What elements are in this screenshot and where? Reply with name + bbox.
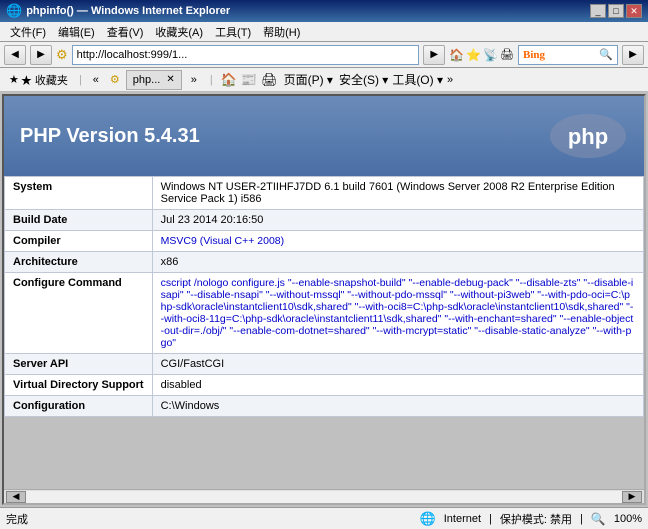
row-label: Configuration [5,396,153,417]
prev-btn[interactable]: « [88,71,104,89]
content-scroll[interactable]: PHP Version 5.4.31 php SystemWindows NT … [4,96,644,489]
separator2: | [580,513,583,525]
separator: | [489,513,492,525]
search-container: Bing 🔍 [518,45,618,65]
menu-view[interactable]: 查看(V) [101,22,150,42]
scroll-right-btn[interactable]: ▶ [622,491,642,503]
php-logo-svg: php [548,111,628,161]
tab-close-btn[interactable]: ✕ [166,74,174,85]
pma-icon: ⚙ [56,47,68,63]
separator1: | [79,74,82,86]
print-toolbar-icon[interactable]: 🖨 [261,72,278,88]
row-label: Server API [5,354,153,375]
tools-label[interactable]: 工具(O) ▾ [392,71,443,88]
table-row: ConfigurationC:\Windows [5,396,644,417]
row-value: x86 [152,252,643,273]
horizontal-scrollbar[interactable]: ◀ ▶ [4,489,644,503]
php-logo: php [548,111,628,161]
zone-text: Internet [444,513,481,525]
php-version-title: PHP Version 5.4.31 [20,125,200,148]
row-value: CGI/FastCGI [152,354,643,375]
row-value: Windows NT USER-2TIIHFJ7DD 6.1 build 760… [152,177,643,210]
menu-help[interactable]: 帮助(H) [257,22,306,42]
row-value: C:\Windows [152,396,643,417]
globe-icon: 🌐 [420,511,436,527]
protection-text: 保护模式: 禁用 [500,511,572,527]
favorites-button[interactable]: ★ ★ 收藏夹 [4,69,73,91]
minimize-button[interactable]: _ [590,4,606,18]
table-row: Configure Commandcscript /nologo configu… [5,273,644,354]
status-bar: 完成 🌐 Internet | 保护模式: 禁用 | 🔍 100% [0,507,648,529]
forward-button[interactable]: ▶ [30,45,52,65]
table-row: Build DateJul 23 2014 20:16:50 [5,210,644,231]
browser-content: PHP Version 5.4.31 php SystemWindows NT … [2,94,646,505]
row-label: Configure Command [5,273,153,354]
menu-edit[interactable]: 编辑(E) [52,22,101,42]
separator2: | [210,74,213,86]
go-button[interactable]: ▶ [423,45,445,65]
favorites-label: ★ 收藏夹 [21,72,68,88]
title-bar-left: 🌐 phpinfo() — Windows Internet Explorer [6,3,230,19]
pma-fav-icon-container: ⚙ [110,73,120,86]
table-row: CompilerMSVC9 (Visual C++ 2008) [5,231,644,252]
status-text: 完成 [6,511,28,527]
menu-tools[interactable]: 工具(T) [209,22,257,42]
row-label: Architecture [5,252,153,273]
page-label[interactable]: 页面(P) ▾ [284,71,333,88]
table-row: Server APICGI/FastCGI [5,354,644,375]
menu-bar: 文件(F) 编辑(E) 查看(V) 收藏夹(A) 工具(T) 帮助(H) [0,22,648,42]
php-version-text: PHP Version 5.4.31 [20,125,200,147]
extra-btn[interactable]: » [447,74,453,86]
title-bar: 🌐 phpinfo() — Windows Internet Explorer … [0,0,648,22]
table-row: Virtual Directory Supportdisabled [5,375,644,396]
scroll-left-btn[interactable]: ◀ [6,491,26,503]
table-row: SystemWindows NT USER-2TIIHFJ7DD 6.1 bui… [5,177,644,210]
phpinfo-table: SystemWindows NT USER-2TIIHFJ7DD 6.1 bui… [4,176,644,417]
title-bar-controls: _ □ ✕ [590,4,642,18]
svg-text:php: php [568,124,608,149]
row-label: System [5,177,153,210]
next-btn[interactable]: » [186,71,202,89]
table-row: Architecturex86 [5,252,644,273]
menu-file[interactable]: 文件(F) [4,22,52,42]
row-label: Virtual Directory Support [5,375,153,396]
row-label: Compiler [5,231,153,252]
scroll-track [26,491,622,503]
row-value: MSVC9 (Visual C++ 2008) [152,231,643,252]
favorites-bar: ★ ★ 收藏夹 | « ⚙ php... ✕ » | 🏠 📰 🖨 页面(P) ▾… [0,68,648,92]
zoom-icon: 🔍 [591,512,606,526]
status-left: 完成 [6,511,28,527]
bing-icon: Bing [523,49,545,61]
window-title: phpinfo() — Windows Internet Explorer [26,5,230,17]
rss-icon[interactable]: 📰 [241,72,257,88]
maximize-button[interactable]: □ [608,4,624,18]
print-icon[interactable]: 🖨 [500,48,514,61]
address-input[interactable] [72,45,420,65]
status-right: 🌐 Internet | 保护模式: 禁用 | 🔍 100% [420,511,642,527]
star-icon[interactable]: ⭐ [466,48,481,62]
row-value: disabled [152,375,643,396]
tab-php[interactable]: php... ✕ [126,70,182,90]
search-btn[interactable]: ▶ [622,45,644,65]
pma-fav-icon: ⚙ [110,73,120,86]
toolbar-icons: 🏠 ⭐ 📡 🖨 [449,48,514,62]
ie-logo: 🌐 [6,3,22,19]
star-fav-icon: ★ [9,73,19,86]
toolbar-right-icons: 🏠 📰 🖨 页面(P) ▾ 安全(S) ▾ 工具(O) ▾ » [221,71,453,88]
row-label: Build Date [5,210,153,231]
back-button[interactable]: ◀ [4,45,26,65]
safety-label[interactable]: 安全(S) ▾ [339,71,388,88]
address-bar: ◀ ▶ ⚙ ▶ 🏠 ⭐ 📡 🖨 Bing 🔍 ▶ [0,42,648,68]
close-button[interactable]: ✕ [626,4,642,18]
feed-icon[interactable]: 📡 [483,48,498,62]
home-icon[interactable]: 🏠 [449,48,464,62]
row-value: Jul 23 2014 20:16:50 [152,210,643,231]
php-header: PHP Version 5.4.31 php [4,96,644,176]
zoom-text: 100% [614,513,642,525]
row-value: cscript /nologo configure.js "--enable-s… [152,273,643,354]
tab-label: php... [133,74,161,86]
search-icon[interactable]: 🔍 [599,48,613,61]
menu-favorites[interactable]: 收藏夹(A) [149,22,209,42]
home-toolbar-icon[interactable]: 🏠 [221,72,237,88]
